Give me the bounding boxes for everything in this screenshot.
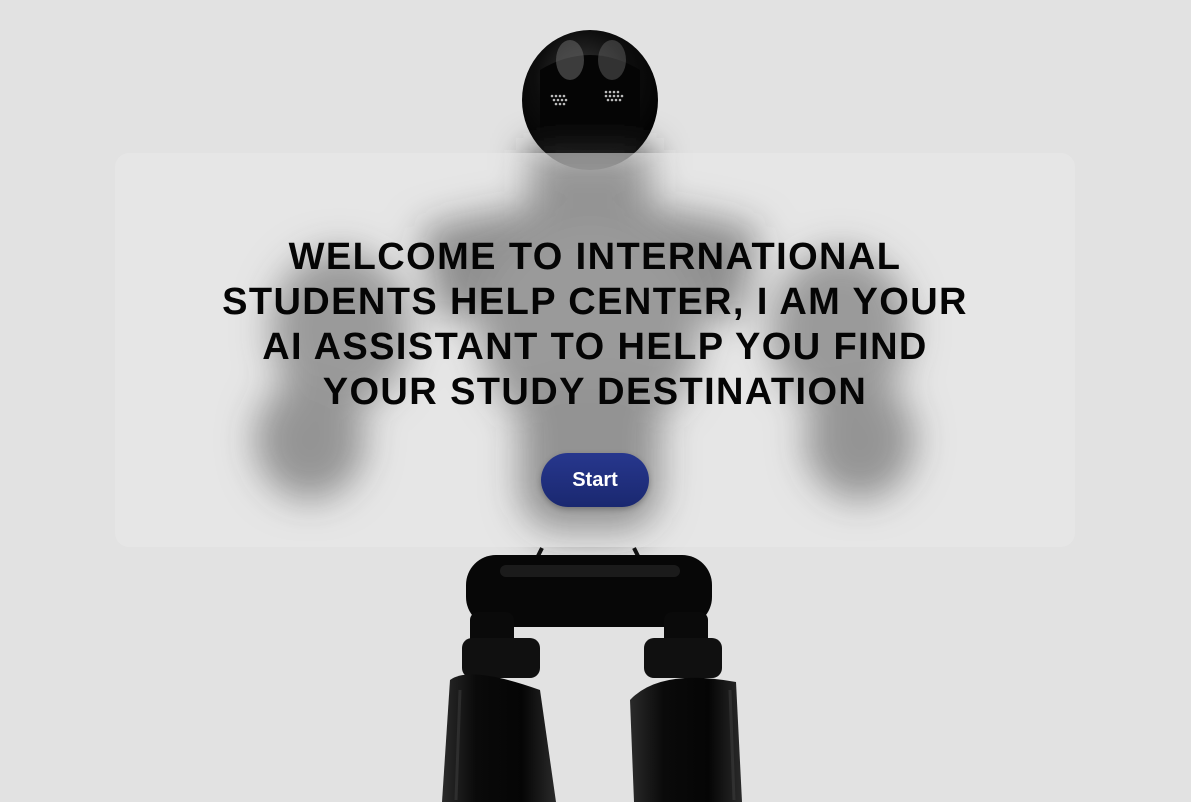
robot-legs	[442, 547, 742, 802]
headline-line: STUDENTS HELP CENTER, I AM YOUR	[222, 281, 968, 323]
headline-line: AI ASSISTANT TO HELP YOU FIND	[262, 326, 928, 368]
welcome-card: WELCOME TO INTERNATIONAL STUDENTS HELP C…	[115, 153, 1075, 547]
welcome-headline: WELCOME TO INTERNATIONAL STUDENTS HELP C…	[115, 235, 1075, 415]
headline-line: WELCOME TO INTERNATIONAL	[288, 236, 902, 278]
headline-line: YOUR STUDY DESTINATION	[322, 371, 868, 413]
start-button[interactable]: Start	[541, 453, 649, 507]
robot-head	[522, 30, 658, 170]
landing-page: WELCOME TO INTERNATIONAL STUDENTS HELP C…	[0, 0, 1191, 802]
